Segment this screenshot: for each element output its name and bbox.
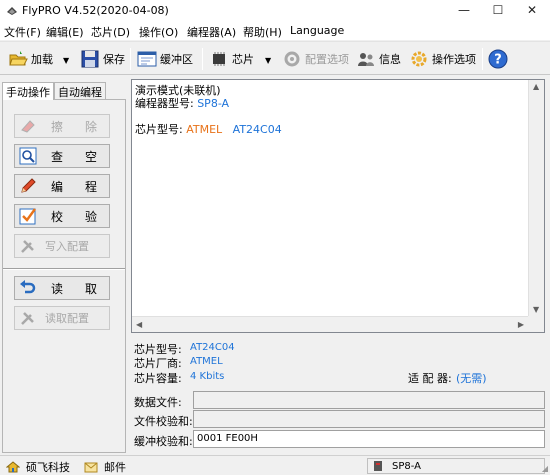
config-gear-icon [284, 51, 300, 67]
info-chip-model-value: AT24C04 [190, 342, 235, 353]
tools-icon [21, 312, 34, 325]
chip-button[interactable]: 芯片 [209, 47, 254, 71]
device-status-panel: SP8-A [367, 458, 545, 474]
eraser-icon [21, 120, 35, 133]
load-button[interactable]: 加载 [8, 47, 53, 71]
help-button[interactable]: ? [488, 47, 508, 71]
info-capacity-label: 芯片容量: [134, 372, 182, 385]
file-checksum-field [193, 410, 545, 428]
menu-file[interactable]: 文件(F) [4, 24, 41, 40]
menu-edit[interactable]: 编辑(E) [46, 24, 84, 40]
horizontal-scrollbar[interactable]: ◀ ▶ [132, 316, 528, 332]
folder-open-icon [9, 51, 28, 66]
chip-model-line: 芯片型号: ATMEL AT24C04 [135, 123, 282, 136]
resize-grip[interactable]: ◢ [542, 464, 548, 473]
scroll-right-arrow[interactable]: ▶ [518, 320, 524, 329]
buffer-window-icon [137, 51, 157, 67]
tab-manual[interactable]: 手动操作 [2, 82, 54, 100]
toolbar-separator [130, 48, 131, 70]
write-config-button: 写入配置 [14, 234, 110, 258]
file-checksum-label: 文件校验和: [134, 415, 193, 428]
window-title: FlyPRO V4.52(2020-04-08) [22, 4, 169, 17]
buffer-checksum-field: 0001 FE00H [193, 430, 545, 448]
info-adapter-label: 适 配 器: [408, 372, 452, 385]
data-file-label: 数据文件: [134, 396, 182, 409]
checkbox-icon [19, 208, 36, 225]
info-vendor-value: ATMEL [190, 356, 223, 367]
info-capacity-value: 4 Kbits [190, 371, 225, 382]
erase-button: 擦除 [14, 114, 110, 138]
title-bar: FlyPRO V4.52(2020-04-08) — ☐ ✕ [0, 0, 550, 22]
scroll-corner [528, 316, 544, 332]
left-panel: 手动操作 自动编程 擦除 查空 编程 校验 写入配置 读取 读取配置 [0, 79, 128, 455]
magnifier-icon [19, 147, 37, 165]
blank-check-button[interactable]: 查空 [14, 144, 110, 168]
tools-icon [21, 240, 34, 253]
scroll-up-arrow[interactable]: ▲ [533, 82, 539, 91]
menu-language[interactable]: Language [290, 24, 344, 37]
minimize-button[interactable]: — [447, 0, 481, 22]
close-button[interactable]: ✕ [515, 0, 549, 22]
operation-options-button[interactable]: 操作选项 [409, 47, 476, 71]
chip-icon [213, 52, 225, 66]
load-dropdown-icon[interactable]: ▼ [63, 56, 69, 65]
usb-device-icon [374, 461, 382, 471]
info-vendor-label: 芯片厂商: [134, 357, 182, 370]
mail-link[interactable]: 邮件 [84, 459, 126, 475]
help-icon: ? [488, 49, 508, 69]
verify-button[interactable]: 校验 [14, 204, 110, 228]
read-config-button: 读取配置 [14, 306, 110, 330]
company-link[interactable]: 硕飞科技 [6, 459, 70, 475]
info-people-icon [358, 53, 374, 66]
message-log[interactable]: 演示模式(未联机) 编程器型号: SP8-A 芯片型号: ATMEL AT24C… [131, 79, 545, 333]
mail-icon [84, 462, 98, 472]
menu-bar: 文件(F) 编辑(E) 芯片(D) 操作(O) 编程器(A) 帮助(H) Lan… [0, 22, 550, 40]
undo-arrow-icon [20, 280, 36, 294]
gear-icon [411, 51, 427, 67]
maximize-button[interactable]: ☐ [481, 0, 515, 22]
toolbar-separator [482, 48, 483, 70]
config-options-button: 配置选项 [282, 47, 349, 71]
pencil-icon [21, 178, 36, 193]
menu-help[interactable]: 帮助(H) [243, 24, 282, 40]
device-name: SP8-A [392, 460, 421, 472]
chip-dropdown-icon[interactable]: ▼ [265, 56, 271, 65]
svg-text:?: ? [494, 53, 502, 68]
buffer-button[interactable]: 缓冲区 [137, 47, 193, 71]
flypro-icon [7, 7, 17, 15]
read-button[interactable]: 读取 [14, 276, 110, 300]
menu-chip[interactable]: 芯片(D) [91, 24, 130, 40]
toolbar: 加载 ▼ 保存 缓冲区 芯片 ▼ 配置选项 信息 操作选项 ? [0, 41, 550, 75]
info-button[interactable]: 信息 [356, 47, 401, 71]
scroll-down-arrow[interactable]: ▼ [533, 305, 539, 314]
tab-auto[interactable]: 自动编程 [54, 82, 106, 99]
status-bar: 硕飞科技 邮件 SP8-A ◢ [0, 455, 550, 475]
panel-separator [3, 268, 125, 270]
floppy-disk-icon [81, 50, 99, 68]
menu-operation[interactable]: 操作(O) [139, 24, 178, 40]
home-icon [6, 461, 20, 473]
buffer-checksum-label: 缓冲校验和: [134, 435, 193, 448]
manual-operation-panel: 擦除 查空 编程 校验 写入配置 读取 读取配置 [2, 99, 126, 453]
programmer-model-line: 编程器型号: SP8-A [135, 97, 230, 110]
data-file-field [193, 391, 545, 409]
save-button[interactable]: 保存 [80, 47, 125, 71]
info-adapter-value: (无需) [456, 372, 487, 385]
toolbar-separator [202, 48, 203, 70]
menu-programmer[interactable]: 编程器(A) [187, 24, 236, 40]
scroll-left-arrow[interactable]: ◀ [136, 320, 142, 329]
vertical-scrollbar[interactable]: ▲ ▼ [528, 80, 544, 316]
program-button[interactable]: 编程 [14, 174, 110, 198]
